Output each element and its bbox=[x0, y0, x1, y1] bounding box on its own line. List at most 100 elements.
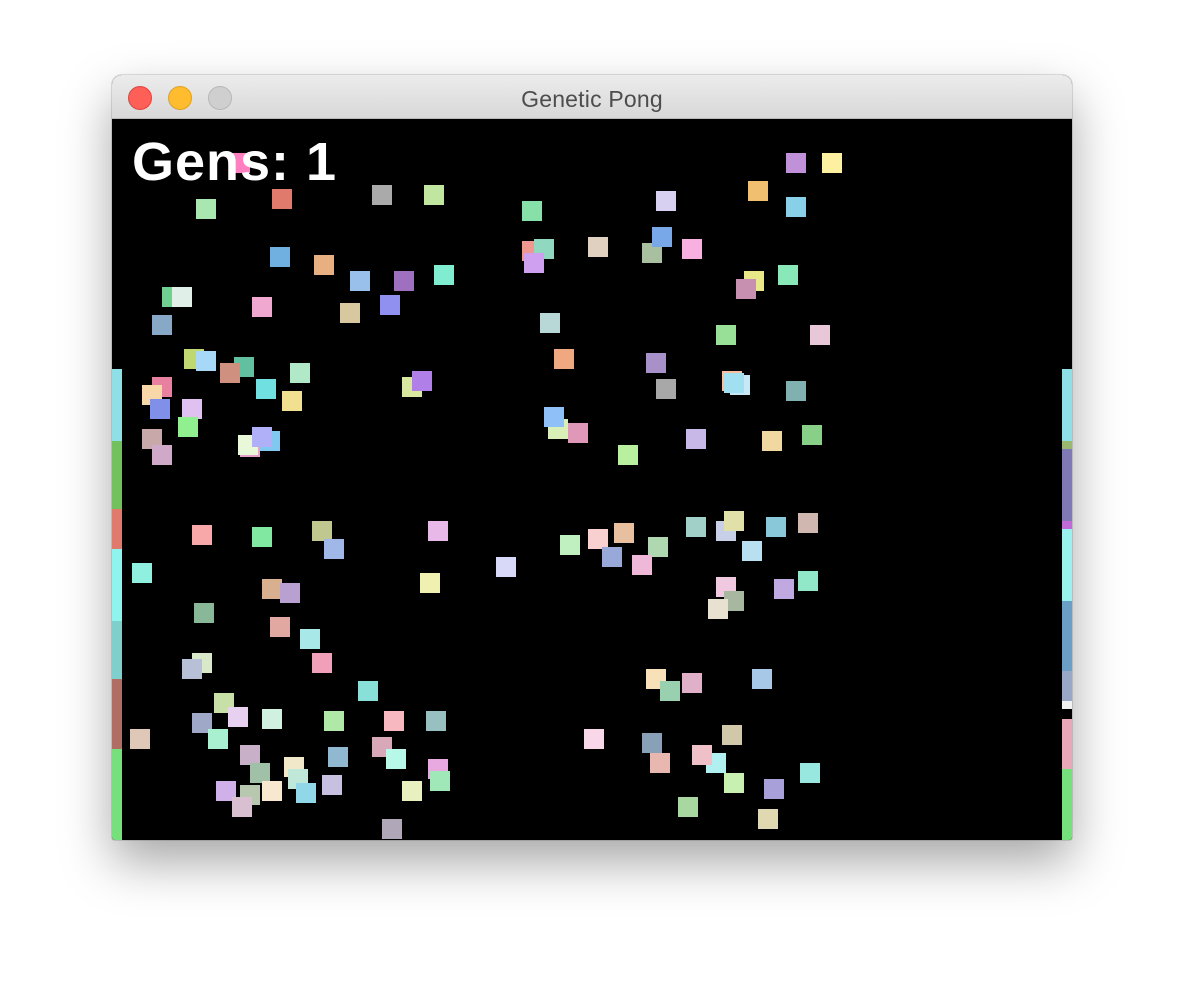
ball bbox=[324, 711, 344, 731]
ball bbox=[766, 517, 786, 537]
ball bbox=[618, 445, 638, 465]
ball bbox=[724, 373, 744, 393]
ball bbox=[786, 381, 806, 401]
ball bbox=[724, 511, 744, 531]
ball bbox=[692, 745, 712, 765]
right-paddle bbox=[1062, 449, 1072, 521]
ball bbox=[736, 279, 756, 299]
ball bbox=[764, 779, 784, 799]
ball bbox=[296, 783, 316, 803]
ball bbox=[810, 325, 830, 345]
ball bbox=[386, 749, 406, 769]
ball bbox=[152, 315, 172, 335]
ball bbox=[358, 681, 378, 701]
ball bbox=[282, 391, 302, 411]
ball bbox=[324, 539, 344, 559]
ball bbox=[272, 189, 292, 209]
ball bbox=[588, 237, 608, 257]
ball bbox=[524, 253, 544, 273]
ball bbox=[652, 227, 672, 247]
ball bbox=[568, 423, 588, 443]
ball bbox=[290, 363, 310, 383]
ball bbox=[402, 781, 422, 801]
left-paddle bbox=[112, 441, 122, 509]
ball bbox=[270, 247, 290, 267]
ball bbox=[328, 747, 348, 767]
ball bbox=[220, 363, 240, 383]
ball bbox=[430, 771, 450, 791]
ball bbox=[560, 535, 580, 555]
ball bbox=[758, 809, 778, 829]
ball bbox=[372, 185, 392, 205]
app-window: Genetic Pong Gens: 1 bbox=[112, 75, 1072, 840]
title-bar[interactable]: Genetic Pong bbox=[112, 75, 1072, 119]
right-paddle bbox=[1062, 719, 1072, 769]
ball bbox=[172, 287, 192, 307]
ball bbox=[540, 313, 560, 333]
ball bbox=[708, 599, 728, 619]
ball bbox=[130, 729, 150, 749]
ball bbox=[262, 781, 282, 801]
ball bbox=[656, 191, 676, 211]
ball bbox=[762, 431, 782, 451]
ball bbox=[196, 199, 216, 219]
right-paddle bbox=[1062, 701, 1072, 709]
ball bbox=[194, 603, 214, 623]
ball bbox=[150, 399, 170, 419]
ball bbox=[384, 711, 404, 731]
ball bbox=[722, 725, 742, 745]
ball bbox=[554, 349, 574, 369]
ball bbox=[682, 673, 702, 693]
ball bbox=[496, 557, 516, 577]
ball bbox=[646, 353, 666, 373]
ball bbox=[650, 753, 670, 773]
right-paddle bbox=[1062, 601, 1072, 671]
ball bbox=[240, 745, 260, 765]
ball bbox=[252, 297, 272, 317]
ball bbox=[312, 653, 332, 673]
ball bbox=[280, 583, 300, 603]
left-paddle bbox=[112, 679, 122, 749]
ball bbox=[182, 659, 202, 679]
generations-counter: Gens: 1 bbox=[132, 132, 338, 192]
ball bbox=[584, 729, 604, 749]
ball bbox=[742, 541, 762, 561]
left-paddle bbox=[112, 621, 122, 679]
ball bbox=[420, 573, 440, 593]
ball bbox=[588, 529, 608, 549]
ball bbox=[786, 153, 806, 173]
ball bbox=[752, 669, 772, 689]
ball bbox=[314, 255, 334, 275]
ball bbox=[716, 325, 736, 345]
ball bbox=[152, 445, 172, 465]
right-paddle bbox=[1062, 769, 1072, 840]
ball bbox=[748, 181, 768, 201]
ball bbox=[340, 303, 360, 323]
ball bbox=[660, 681, 680, 701]
left-paddle bbox=[112, 369, 122, 441]
right-paddle bbox=[1062, 521, 1072, 529]
ball bbox=[426, 711, 446, 731]
ball bbox=[382, 819, 402, 839]
ball bbox=[522, 201, 542, 221]
ball bbox=[256, 379, 276, 399]
ball bbox=[262, 579, 282, 599]
ball bbox=[350, 271, 370, 291]
ball bbox=[544, 407, 564, 427]
ball bbox=[196, 351, 216, 371]
ball bbox=[724, 773, 744, 793]
ball bbox=[208, 729, 228, 749]
ball bbox=[178, 417, 198, 437]
ball bbox=[648, 537, 668, 557]
ball bbox=[300, 629, 320, 649]
ball bbox=[428, 521, 448, 541]
ball bbox=[394, 271, 414, 291]
ball bbox=[798, 513, 818, 533]
right-paddle bbox=[1062, 529, 1072, 601]
ball bbox=[642, 733, 662, 753]
ball bbox=[602, 547, 622, 567]
ball bbox=[322, 775, 342, 795]
ball bbox=[262, 709, 282, 729]
game-canvas: Gens: 1 bbox=[112, 119, 1072, 840]
ball bbox=[774, 579, 794, 599]
